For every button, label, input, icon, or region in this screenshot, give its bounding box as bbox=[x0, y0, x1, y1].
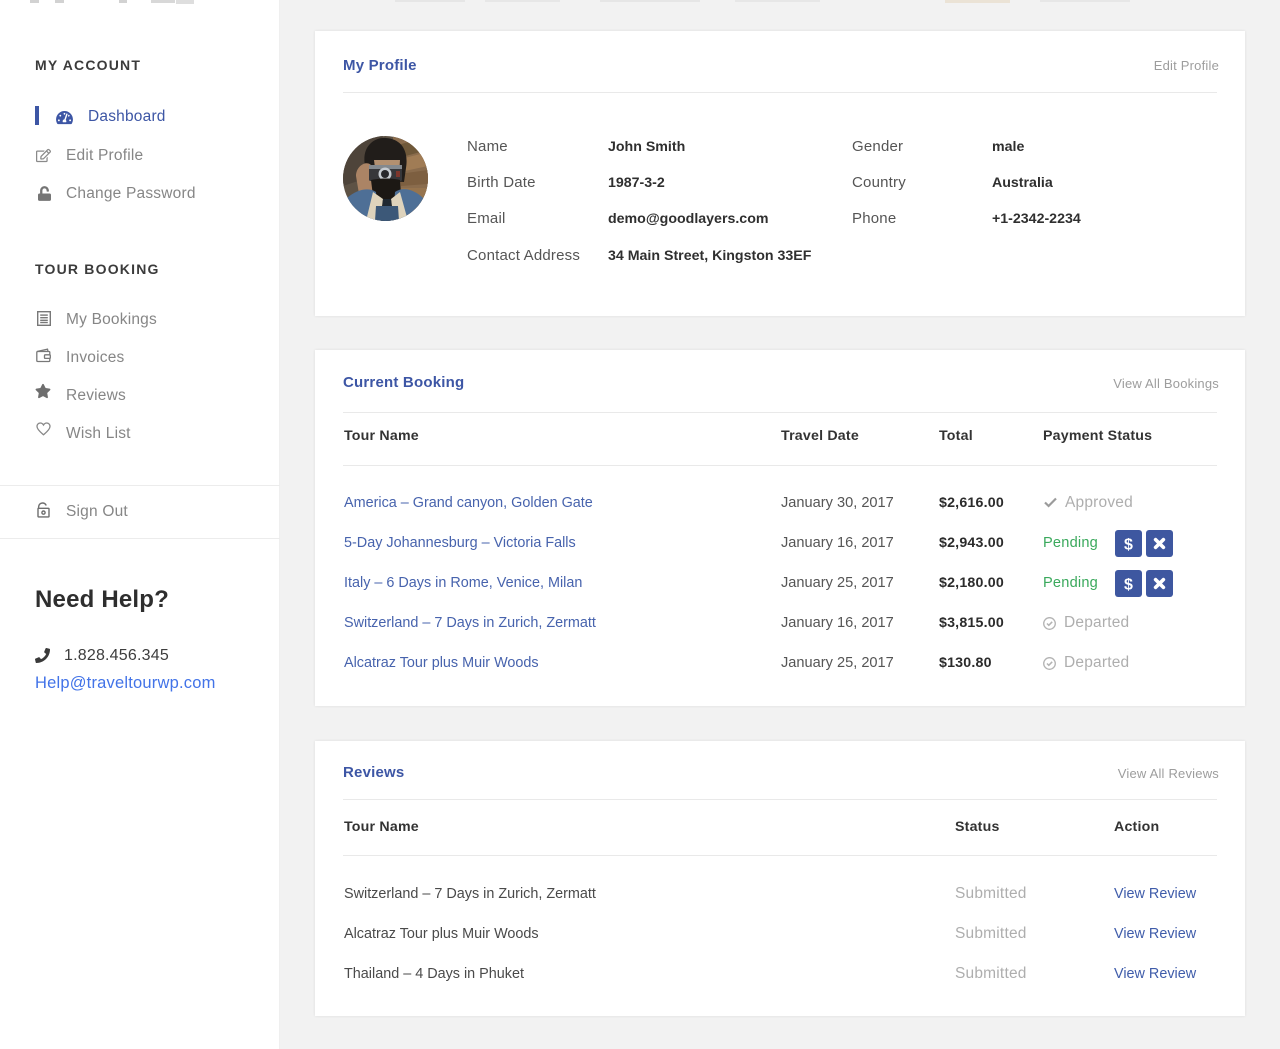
svg-text:$: $ bbox=[1124, 536, 1133, 553]
svg-text:$: $ bbox=[1124, 576, 1133, 593]
